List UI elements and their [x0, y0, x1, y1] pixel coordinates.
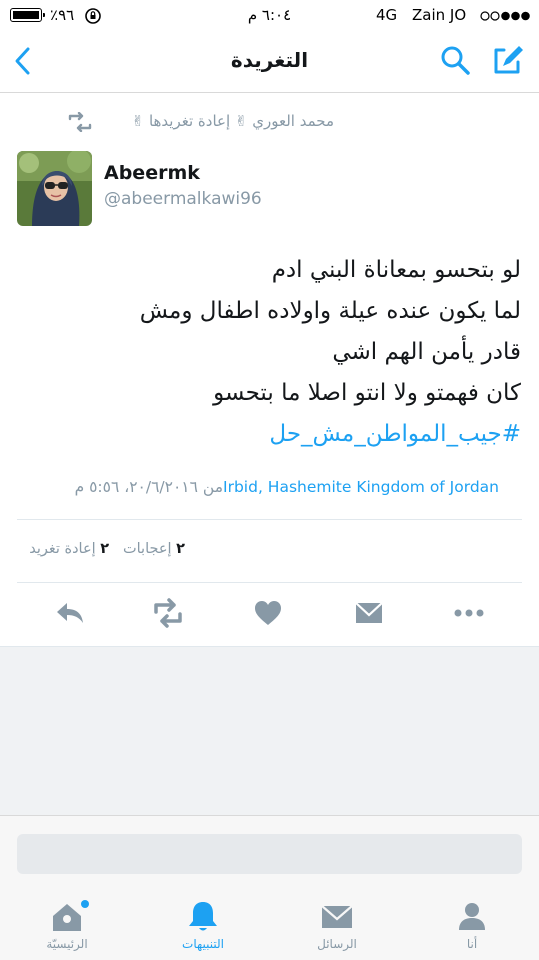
divider — [17, 582, 522, 583]
tab-label: الرسائل — [317, 937, 357, 951]
author-display-name[interactable]: Abeermk — [104, 162, 200, 184]
tab-label: أنا — [466, 937, 478, 951]
tweet-line: لو بتحسو بمعاناة البني ادم — [271, 257, 521, 283]
retweets-count: ٢ — [100, 541, 110, 557]
likes-count: ٢ — [176, 541, 185, 557]
tab-label: التنبيهات — [182, 937, 224, 951]
tweet-timestamp: ٢٠/٦/٢٠١٦، ٥:٥٦ م — [74, 478, 198, 496]
retweets-label[interactable]: إعادة تغريد — [29, 541, 95, 557]
retweet-context-label[interactable]: محمد العوري ✌ إعادة تغريدها ✌ — [132, 112, 334, 130]
tweet-body: لو بتحسو بمعاناة البني ادم لما يكون عنده… — [21, 250, 521, 455]
retweet-small-icon — [68, 112, 92, 132]
carrier-name: Zain JO — [412, 6, 467, 24]
search-icon[interactable] — [440, 44, 472, 78]
tweet-stats: ٢ إعجابات ٢ إعادة تغريد — [29, 541, 185, 557]
tab-me[interactable]: أنا — [422, 885, 522, 960]
replies-area — [0, 646, 539, 815]
retweet-icon[interactable] — [150, 598, 186, 628]
reply-input[interactable] — [17, 834, 522, 874]
likes-label[interactable]: إعجابات — [123, 541, 172, 557]
home-icon — [53, 900, 89, 931]
heart-icon[interactable] — [250, 598, 286, 628]
tab-bar: الرئيسيّة التنبيهات الرسائل أنا — [0, 885, 539, 960]
nav-bar: التغريدة — [0, 32, 539, 93]
tweet-line: كان فهمتو ولا انتو اصلا ما بتحسو — [213, 380, 521, 406]
reply-bar — [0, 815, 539, 886]
signal-strength-icon — [480, 11, 530, 21]
tab-notifications[interactable]: التنبيهات — [153, 885, 253, 960]
tab-home[interactable]: الرئيسيّة — [17, 885, 117, 960]
tab-label: الرئيسيّة — [46, 937, 88, 951]
tweet-line: لما يكون عنده عيلة واولاده اطفال ومش — [139, 298, 521, 324]
tweet-meta: Irbid, Hashemite Kingdom of Jordanمن ٢٠/… — [19, 478, 499, 496]
tweet-from-label: من — [202, 478, 224, 496]
person-icon — [459, 903, 485, 930]
envelope-icon — [321, 905, 353, 928]
reply-icon[interactable] — [52, 598, 88, 628]
network-type: 4G — [376, 6, 398, 24]
bell-icon — [189, 902, 217, 931]
tweet-line: قادر يأمن الهم اشي — [332, 339, 521, 365]
author-handle[interactable]: @abeermalkawi96 — [104, 189, 262, 209]
more-icon[interactable] — [451, 598, 487, 628]
tab-messages[interactable]: الرسائل — [287, 885, 387, 960]
tweet-location-link[interactable]: Irbid, Hashemite Kingdom of Jordan — [223, 478, 499, 496]
divider — [17, 519, 522, 520]
status-bar: ٪٩٦ ٦:٠٤ م 4G Zain JO — [0, 0, 539, 32]
avatar[interactable] — [17, 151, 92, 226]
tweet-hashtag-link[interactable]: #جيب_المواطن_مش_حل — [21, 414, 521, 455]
compose-tweet-icon[interactable] — [490, 42, 526, 78]
message-icon[interactable] — [351, 598, 387, 628]
